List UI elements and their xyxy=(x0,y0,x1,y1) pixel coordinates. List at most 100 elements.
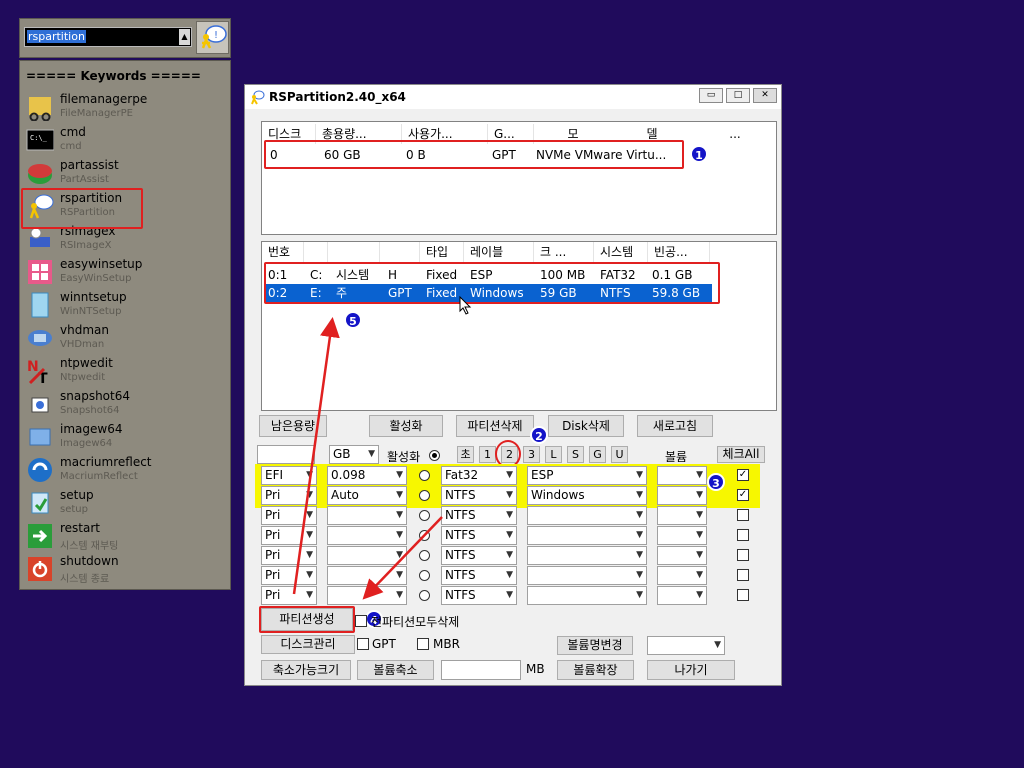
partition-label-select[interactable]: ▼ xyxy=(527,506,647,525)
unit-select[interactable]: GB ▼ xyxy=(329,445,379,464)
tab-scheme-6[interactable]: G xyxy=(589,446,606,463)
partition-column-header[interactable]: 번호 xyxy=(262,242,304,262)
gpt-checkbox[interactable] xyxy=(357,638,369,650)
delete-disk-button[interactable]: Disk삭제 xyxy=(548,415,624,437)
volume-letter-select[interactable]: ▼ xyxy=(657,546,707,565)
partition-type-select[interactable]: Pri ▼ xyxy=(261,566,317,585)
partition-active-radio[interactable] xyxy=(419,550,430,561)
check-all-button[interactable]: 체크All xyxy=(717,446,765,463)
partition-active-radio[interactable] xyxy=(419,470,430,481)
active-radio[interactable] xyxy=(429,450,440,461)
partition-active-radio[interactable] xyxy=(419,570,430,581)
partition-label-select[interactable]: ▼ xyxy=(527,586,647,605)
keyword-item-imagew64[interactable]: imagew64 Imagew64 xyxy=(24,421,224,454)
partition-label-select[interactable]: ESP ▼ xyxy=(527,466,647,485)
activate-button[interactable]: 활성화 xyxy=(369,415,443,437)
partition-column-header[interactable]: 레이블 xyxy=(464,242,534,262)
shrink-volume-button[interactable]: 볼륨축소 xyxy=(357,660,434,680)
rename-volume-button[interactable]: 볼륨명변경 xyxy=(557,636,633,655)
filesystem-select[interactable]: NTFS ▼ xyxy=(441,526,517,545)
search-input[interactable]: rspartition ▲ xyxy=(24,27,192,47)
keyword-item-ntpwedit[interactable]: N T ntpwedit Ntpwedit xyxy=(24,355,224,388)
partition-type-select[interactable]: Pri ▼ xyxy=(261,586,317,605)
partition-label-select[interactable]: ▼ xyxy=(527,546,647,565)
keyword-item-filemanagerpe[interactable]: filemanagerpe FileManagerPE xyxy=(24,91,224,124)
partition-label-select[interactable]: ▼ xyxy=(527,526,647,545)
keyword-item-easywinsetup[interactable]: easywinsetup EasyWinSetup xyxy=(24,256,224,289)
exit-button[interactable]: 나가기 xyxy=(647,660,735,680)
partition-row-checkbox[interactable] xyxy=(737,529,749,541)
delete-partition-button[interactable]: 파티션삭제 xyxy=(456,415,534,437)
keyword-item-winntsetup[interactable]: winntsetup WinNTSetup xyxy=(24,289,224,322)
disk-list[interactable]: 디스크 총용량... 사용가... G... 모 델... 0 60 GB 0 B GPT NVM… xyxy=(261,121,777,235)
keyword-item-restart[interactable]: restart 시스템 재부팅 xyxy=(24,520,224,553)
partition-label-select[interactable]: Windows ▼ xyxy=(527,486,647,505)
search-dropdown-arrow[interactable]: ▲ xyxy=(179,29,190,45)
volume-letter-select[interactable]: ▼ xyxy=(657,586,707,605)
partition-column-header[interactable] xyxy=(304,242,328,262)
filesystem-select[interactable]: Fat32 ▼ xyxy=(441,466,517,485)
volume-letter-select[interactable]: ▼ xyxy=(657,486,707,505)
partition-column-header[interactable]: 시스템 xyxy=(594,242,648,262)
tab-scheme-4[interactable]: L xyxy=(545,446,562,463)
partition-active-radio[interactable] xyxy=(419,530,430,541)
disk-management-button[interactable]: 디스크관리 xyxy=(261,635,355,654)
partition-size-select[interactable]: Auto ▼ xyxy=(327,486,407,505)
partition-size-select[interactable]: ▼ xyxy=(327,586,407,605)
partition-type-select[interactable]: Pri ▼ xyxy=(261,526,317,545)
volume-letter-select[interactable]: ▼ xyxy=(657,526,707,545)
minimize-button[interactable]: ▭ xyxy=(699,88,723,103)
tab-scheme-3[interactable]: 3 xyxy=(523,446,540,463)
tab-scheme-1[interactable]: 1 xyxy=(479,446,496,463)
partition-size-select[interactable]: ▼ xyxy=(327,506,407,525)
volume-letter-select[interactable]: ▼ xyxy=(657,566,707,585)
partition-column-header[interactable]: 타입 xyxy=(420,242,464,262)
maximize-button[interactable]: □ xyxy=(726,88,750,103)
size-input[interactable] xyxy=(257,445,315,464)
keyword-item-shutdown[interactable]: shutdown 시스템 종료 xyxy=(24,553,224,586)
tab-scheme-7[interactable]: U xyxy=(611,446,628,463)
partition-size-select[interactable]: 0.098 ▼ xyxy=(327,466,407,485)
tab-scheme-5[interactable]: S xyxy=(567,446,584,463)
tab-scheme-0[interactable]: 초 xyxy=(457,446,474,463)
partition-active-radio[interactable] xyxy=(419,510,430,521)
partition-row-checkbox[interactable] xyxy=(737,569,749,581)
partition-row-checkbox[interactable] xyxy=(737,509,749,521)
keyword-item-cmd[interactable]: C:\_ cmd cmd xyxy=(24,124,224,157)
partition-row-checkbox[interactable]: ✓ xyxy=(737,489,749,501)
disk-column-header[interactable]: ... xyxy=(692,124,776,144)
close-button[interactable]: ✕ xyxy=(753,88,777,103)
filesystem-select[interactable]: NTFS ▼ xyxy=(441,546,517,565)
partition-row-checkbox[interactable] xyxy=(737,549,749,561)
filesystem-select[interactable]: NTFS ▼ xyxy=(441,506,517,525)
partition-type-select[interactable]: EFI ▼ xyxy=(261,466,317,485)
keyword-item-partassist[interactable]: partassist PartAssist xyxy=(24,157,224,190)
partition-type-select[interactable]: Pri ▼ xyxy=(261,486,317,505)
refresh-button[interactable]: 새로고침 xyxy=(637,415,713,437)
partition-column-header[interactable] xyxy=(328,242,380,262)
partition-size-select[interactable]: ▼ xyxy=(327,546,407,565)
keyword-item-macriumreflect[interactable]: macriumreflect MacriumReflect xyxy=(24,454,224,487)
filesystem-select[interactable]: NTFS ▼ xyxy=(441,566,517,585)
keyword-item-setup[interactable]: setup setup xyxy=(24,487,224,520)
volume-letter-select[interactable]: ▼ xyxy=(657,506,707,525)
partition-active-radio[interactable] xyxy=(419,590,430,601)
mbr-checkbox[interactable] xyxy=(417,638,429,650)
partition-type-select[interactable]: Pri ▼ xyxy=(261,546,317,565)
mb-input[interactable] xyxy=(441,660,521,680)
partition-row-checkbox[interactable]: ✓ xyxy=(737,469,749,481)
partition-type-select[interactable]: Pri ▼ xyxy=(261,506,317,525)
partition-column-header[interactable] xyxy=(380,242,420,262)
title-bar[interactable]: RSPartition2.40_x64 ▭ □ ✕ xyxy=(245,85,781,109)
partition-size-select[interactable]: ▼ xyxy=(327,526,407,545)
filesystem-select[interactable]: NTFS ▼ xyxy=(441,486,517,505)
partition-active-radio[interactable] xyxy=(419,490,430,501)
partition-column-header[interactable]: 크 ... xyxy=(534,242,594,262)
volume-select[interactable]: ▼ xyxy=(647,636,725,655)
shrinkable-size-button[interactable]: 축소가능크기 xyxy=(261,660,351,680)
keyword-item-snapshot64[interactable]: snapshot64 Snapshot64 xyxy=(24,388,224,421)
delete-all-checkbox[interactable] xyxy=(355,615,367,627)
filesystem-select[interactable]: NTFS ▼ xyxy=(441,586,517,605)
keyword-item-vhdman[interactable]: vhdman VHDman xyxy=(24,322,224,355)
volume-letter-select[interactable]: ▼ xyxy=(657,466,707,485)
